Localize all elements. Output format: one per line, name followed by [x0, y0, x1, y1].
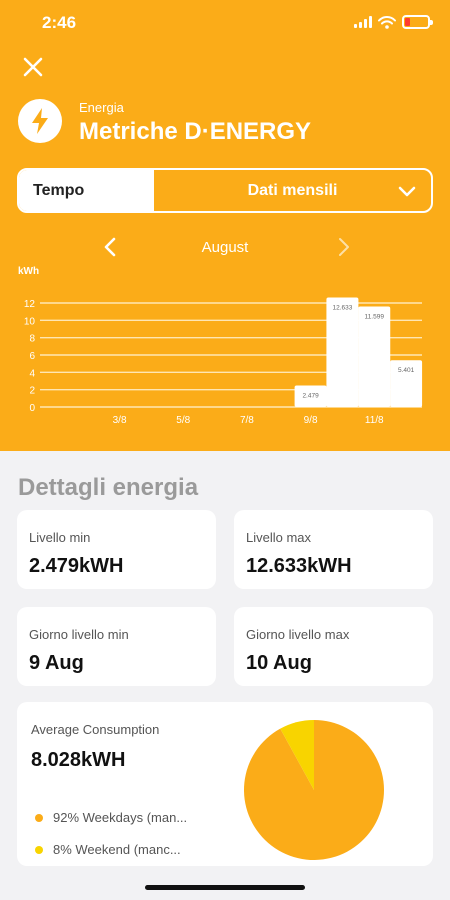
legend-item-weekdays: 92% Weekdays (man... [35, 810, 187, 825]
header-panel: 2:46 Energia Metriche D·ENERGY Tempo Dat… [0, 0, 450, 451]
average-label: Average Consumption [31, 722, 160, 737]
bar [358, 306, 391, 407]
min-day-card: Giorno livello min 9 Aug [17, 607, 216, 686]
y-tick-label: 6 [29, 351, 35, 362]
home-indicator [145, 885, 305, 890]
wifi-icon [378, 15, 396, 29]
lightning-bolt-icon [32, 108, 48, 134]
status-icons [354, 13, 433, 31]
battery-icon [402, 15, 433, 29]
bar-value-label: 12.633 [332, 305, 352, 312]
tab-tempo[interactable]: Tempo [19, 170, 154, 211]
average-value: 8.028kWH [31, 749, 126, 771]
header-subtitle: Energia [79, 100, 124, 115]
max-level-label: Livello max [246, 530, 312, 545]
y-tick-label: 4 [29, 368, 35, 379]
min-day-label: Giorno livello min [29, 627, 129, 642]
min-day-value: 9 Aug [29, 652, 84, 674]
average-consumption-card: Average Consumption 8.028kWH 92% Weekday… [17, 702, 433, 866]
max-day-card: Giorno livello max 10 Aug [234, 607, 433, 686]
monthly-data-dropdown[interactable]: Dati mensili [154, 170, 431, 211]
y-tick-label: 8 [29, 334, 35, 345]
legend-text: 8% Weekend (manc... [53, 842, 181, 857]
dropdown-label: Dati mensili [247, 181, 338, 199]
chevron-right-icon[interactable] [334, 236, 354, 258]
bar-value-label: 11.599 [365, 313, 385, 320]
close-icon[interactable] [20, 54, 46, 80]
legend-dot [35, 813, 43, 822]
page-title: Metriche D·ENERGY [79, 118, 312, 145]
bar [326, 297, 359, 407]
x-tick-label: 7/8 [240, 415, 254, 426]
time-range-selector: Tempo Dati mensili [17, 168, 433, 213]
y-axis-label: kWh [18, 266, 39, 277]
status-time: 2:46 [42, 13, 77, 32]
y-tick-label: 10 [24, 316, 36, 327]
max-level-card: Livello max 12.633kWH [234, 510, 433, 589]
max-day-label: Giorno livello max [246, 627, 350, 642]
bar-value-label: 2.479 [302, 393, 319, 400]
daily-energy-chart: kWh 0 2 4 6 8 10 12 3/8 5/8 7/8 2.479 9/8 12.633 11.59… [18, 266, 423, 426]
legend-dot [35, 845, 43, 854]
bar-value-label: 5.401 [398, 367, 415, 374]
y-tick-label: 2 [29, 386, 35, 397]
y-tick-label: 12 [24, 299, 36, 310]
section-title: Dettagli energia [18, 474, 199, 501]
legend-text: 92% Weekdays (man... [53, 810, 188, 825]
energy-badge [18, 99, 62, 143]
month-navigator: August [0, 232, 450, 262]
min-level-card: Livello min 2.479kWH [17, 510, 216, 589]
x-tick-label: 5/8 [176, 415, 190, 426]
x-tick-label: 9/8 [304, 415, 318, 426]
max-level-value: 12.633kWH [246, 555, 352, 577]
min-level-label: Livello min [29, 530, 91, 545]
min-level-value: 2.479kWH [29, 555, 124, 577]
signal-icon [354, 16, 372, 28]
x-tick-label: 3/8 [113, 415, 127, 426]
status-bar: 2:46 [0, 0, 450, 44]
month-label: August [201, 239, 249, 256]
legend-item-weekend: 8% Weekend (manc... [35, 842, 181, 857]
chevron-down-icon[interactable] [397, 181, 417, 201]
y-tick-label: 0 [29, 403, 35, 414]
x-tick-label: 11/8 [365, 415, 384, 426]
consumption-pie-chart [244, 720, 384, 860]
max-day-value: 10 Aug [246, 652, 312, 674]
